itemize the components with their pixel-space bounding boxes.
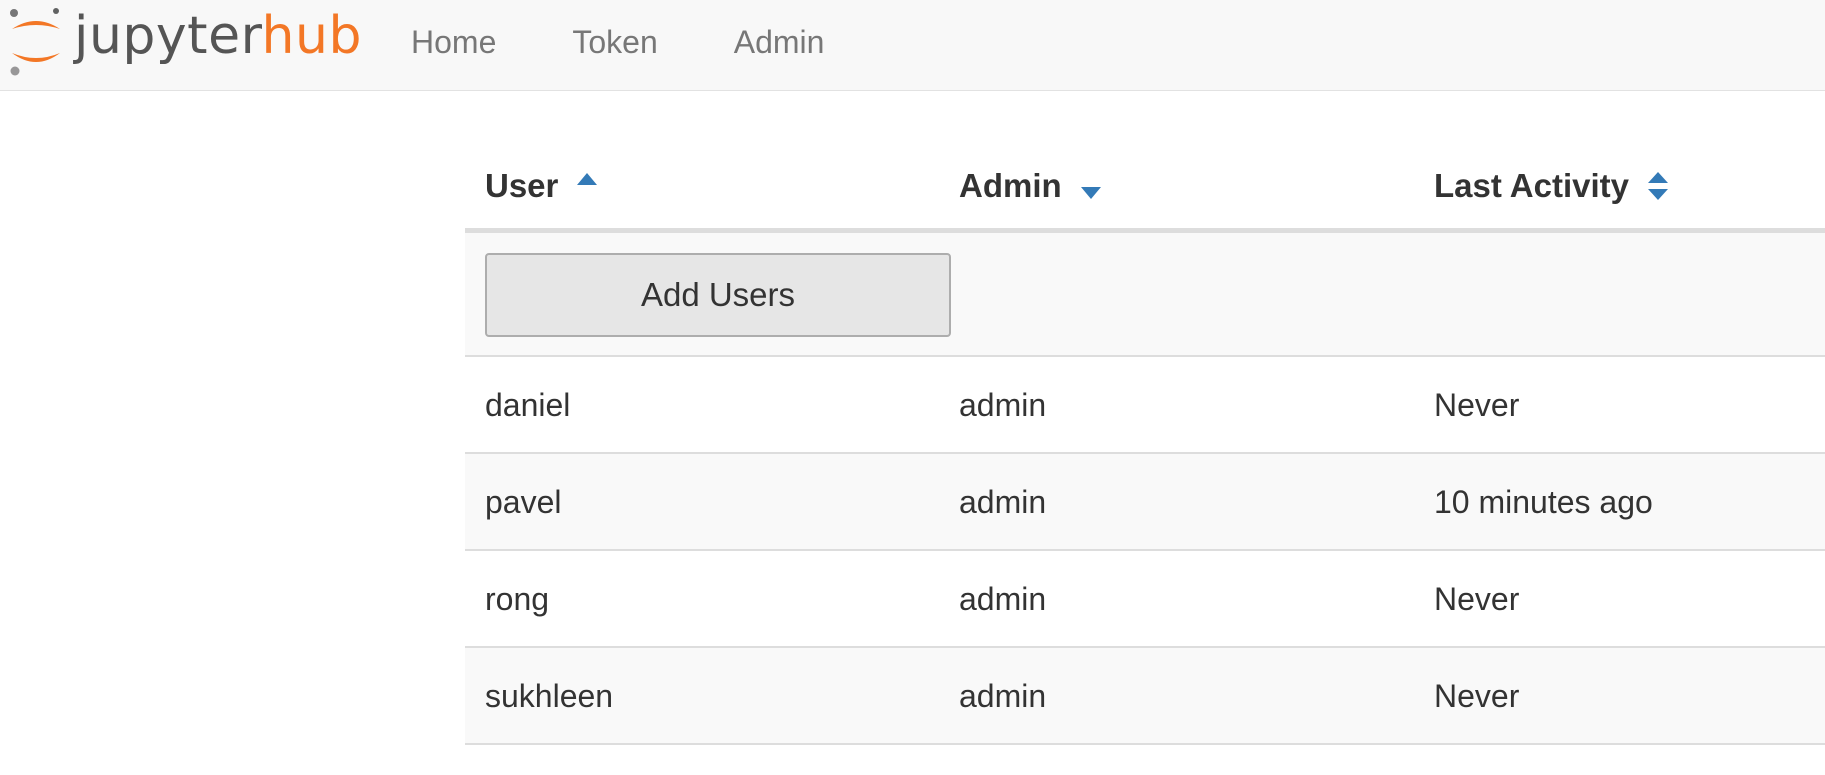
table-row: pavel admin 10 minutes ago: [465, 454, 1825, 551]
brand-wordmark: jupyterhub: [74, 10, 362, 62]
column-header-user[interactable]: User: [485, 167, 598, 205]
users-table: User Admin Last Activity Add Users danie…: [465, 145, 1825, 745]
admin-status: admin: [959, 581, 1047, 617]
user-name: daniel: [485, 387, 571, 423]
column-label: Admin: [959, 167, 1062, 204]
nav-home[interactable]: Home: [411, 24, 496, 61]
user-name: sukhleen: [485, 678, 614, 714]
sort-down-icon: [1080, 187, 1101, 199]
navbar: jupyterhub Home Token Admin: [0, 0, 1825, 91]
admin-status: admin: [959, 678, 1047, 714]
last-activity: Never: [1434, 387, 1520, 423]
jupyter-logo-icon: [10, 8, 60, 76]
user-name: pavel: [485, 484, 562, 520]
sort-both-icon: [1648, 172, 1669, 200]
nav-token[interactable]: Token: [572, 24, 657, 61]
table-row: daniel admin Never: [465, 357, 1825, 454]
table-header: User Admin Last Activity: [465, 145, 1825, 233]
nav-links: Home Token Admin: [411, 0, 900, 84]
admin-status: admin: [959, 387, 1047, 423]
last-activity: Never: [1434, 581, 1520, 617]
column-header-last-activity[interactable]: Last Activity: [1434, 167, 1669, 205]
column-label: User: [485, 167, 559, 204]
add-users-row: Add Users: [465, 233, 1825, 357]
table-row: sukhleen admin Never: [465, 648, 1825, 745]
last-activity: 10 minutes ago: [1434, 484, 1653, 520]
table-row: rong admin Never: [465, 551, 1825, 648]
brand-hub: hub: [261, 6, 362, 66]
user-name: rong: [485, 581, 550, 617]
admin-status: admin: [959, 484, 1047, 520]
column-label: Last Activity: [1434, 167, 1630, 204]
nav-admin[interactable]: Admin: [734, 24, 825, 61]
jupyterhub-logo[interactable]: jupyterhub: [8, 4, 362, 78]
sort-up-icon: [577, 173, 598, 185]
column-header-admin[interactable]: Admin: [959, 167, 1102, 205]
last-activity: Never: [1434, 678, 1520, 714]
brand-jupyter: jupyter: [74, 6, 262, 66]
add-users-button[interactable]: Add Users: [485, 253, 951, 337]
